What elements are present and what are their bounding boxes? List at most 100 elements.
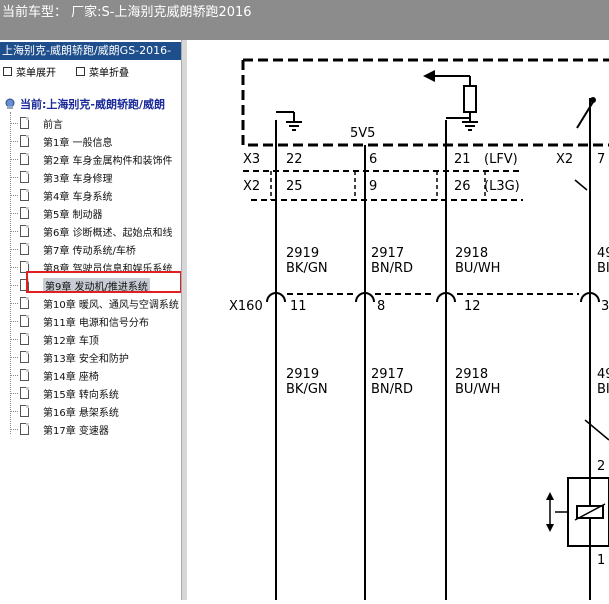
tree-item-label: 第15章 转向系统 — [43, 389, 119, 401]
tree-item[interactable]: 第13章 安全和防护 — [10, 348, 129, 366]
tree-connector — [10, 302, 18, 304]
tree-item-label: 第7章 传动系统/车桥 — [43, 245, 136, 257]
document-icon — [20, 297, 29, 309]
tree-connector — [10, 284, 18, 286]
wire-color-bl-bottom: BI — [597, 382, 609, 397]
document-icon — [20, 207, 29, 219]
tree-item-label: 第3章 车身修理 — [43, 173, 113, 185]
document-icon — [20, 315, 29, 327]
tree-item[interactable]: 第6章 诊断概述、起始点和线 — [10, 222, 173, 240]
tree-item-label: 第1章 一般信息 — [43, 137, 113, 149]
wire-color-bnrd-bottom: BN/RD — [371, 382, 413, 397]
tree-item[interactable]: 第3章 车身修理 — [10, 168, 113, 186]
document-icon — [20, 423, 29, 435]
label-pin25: 25 — [286, 179, 303, 194]
tree-item-label: 第2章 车身金属构件和装饰件 — [43, 155, 173, 167]
label-pin21: 21 — [454, 152, 471, 167]
document-icon — [20, 117, 29, 129]
document-icon — [20, 153, 29, 165]
document-icon — [20, 333, 29, 345]
label-pin7: 7 — [597, 152, 605, 167]
tree-connector — [10, 266, 18, 268]
vehicle-root-icon — [5, 98, 15, 109]
tree-connector — [10, 230, 18, 232]
window-titlebar: 当前车型： 厂家:S-上海别克威朗轿跑2016 — [0, 0, 609, 40]
tree-connector — [10, 320, 18, 322]
wire-dashed-detail — [584, 419, 609, 441]
sidebar-toolbar: 菜单展开 菜单折叠 — [0, 62, 183, 80]
solenoid-component — [546, 477, 609, 547]
window-title: 当前车型： 厂家:S-上海别克威朗轿跑2016 — [2, 5, 252, 20]
label-x3: X3 — [243, 152, 260, 167]
tree-connector — [10, 338, 18, 340]
expand-menu-button[interactable]: 菜单展开 — [3, 64, 56, 79]
tree-item[interactable]: 第16章 悬架系统 — [10, 402, 119, 420]
wire-color-bkgn-top: BK/GN — [286, 261, 328, 276]
label-pin1: 1 — [597, 553, 605, 568]
wire-number-2917-bottom: 2917 — [371, 367, 404, 382]
connector-dividers — [270, 171, 486, 200]
tree-connector — [10, 158, 18, 160]
label-pin12: 12 — [464, 299, 481, 314]
wire-number-2919-bottom: 2919 — [286, 367, 319, 382]
tree-item[interactable]: 第17章 变速器 — [10, 420, 109, 438]
tree-item-label: 第5章 制动器 — [43, 209, 103, 221]
tree-item[interactable]: 第10章 暖风、通风与空调系统 — [10, 294, 179, 312]
label-pin3: 3 — [601, 299, 609, 314]
collapse-menu-button[interactable]: 菜单折叠 — [76, 64, 129, 79]
ground-symbol-left — [276, 111, 302, 131]
sidebar-header: 上海别克-威朗轿跑/威朗GS-2016- — [0, 42, 181, 60]
wiring-diagram-canvas: 5V5 X3 22 6 21 (LFV) X2 7 X2 25 9 26 (L3… — [229, 58, 609, 600]
tree-item[interactable]: 第7章 传动系统/车桥 — [10, 240, 136, 258]
expand-icon — [3, 67, 12, 76]
tree-connector — [10, 410, 18, 412]
selected-item-highlight — [26, 271, 182, 293]
document-icon — [20, 171, 29, 183]
tree-connector — [10, 428, 18, 430]
tree-item[interactable]: 第1章 一般信息 — [10, 132, 113, 150]
tree-item[interactable]: 第4章 车身系统 — [10, 186, 113, 204]
tree-item-label: 第10章 暖风、通风与空调系统 — [43, 299, 179, 311]
tree-item[interactable]: 第14章 座椅 — [10, 366, 99, 384]
document-icon — [20, 189, 29, 201]
tree-item-label: 第6章 诊断概述、起始点和线 — [43, 227, 173, 239]
tree-connector — [10, 140, 18, 142]
tree-item-label: 第17章 变速器 — [43, 425, 109, 437]
label-x2-right: X2 — [556, 152, 573, 167]
label-l3g: (L3G) — [484, 179, 520, 194]
tree-item-label: 第16章 悬架系统 — [43, 407, 119, 419]
label-lfv: (LFV) — [484, 152, 518, 167]
tree-item-label: 第11章 电源和信号分布 — [43, 317, 149, 329]
tree-connector — [10, 194, 18, 196]
wire-number-2919-top: 2919 — [286, 246, 319, 261]
document-icon — [20, 405, 29, 417]
wire-number-2918-bottom: 2918 — [455, 367, 488, 382]
label-pin22: 22 — [286, 152, 303, 167]
wire-color-bl-top: BI — [597, 261, 609, 276]
tree-connector — [10, 356, 18, 358]
label-x2: X2 — [243, 179, 260, 194]
label-pin6: 6 — [369, 152, 377, 167]
wire-number-49-bottom: 49 — [597, 367, 609, 382]
document-icon — [20, 369, 29, 381]
label-pin2: 2 — [597, 459, 605, 474]
tree-item[interactable]: 第12章 车顶 — [10, 330, 99, 348]
wiring-diagram: 5V5 X3 22 6 21 (LFV) X2 7 X2 25 9 26 (L3… — [187, 40, 609, 600]
label-pin8: 8 — [377, 299, 385, 314]
wire-number-2918-top: 2918 — [455, 246, 488, 261]
module-box-left-bottom-edge — [241, 60, 609, 147]
sidebar: 上海别克-威朗轿跑/威朗GS-2016- 菜单展开 菜单折叠 当前:上海别克-威… — [0, 40, 183, 600]
tree-item-label: 第4章 车身系统 — [43, 191, 113, 203]
tree-item[interactable]: 第5章 制动器 — [10, 204, 103, 222]
tree-item[interactable]: 第11章 电源和信号分布 — [10, 312, 149, 330]
tree-connector — [10, 122, 18, 124]
tree-item[interactable]: 第15章 转向系统 — [10, 384, 119, 402]
collapse-icon — [76, 67, 85, 76]
tree-item-label: 第13章 安全和防护 — [43, 353, 129, 365]
tree-item-label: 第12章 车顶 — [43, 335, 99, 347]
wire-number-2917-top: 2917 — [371, 246, 404, 261]
pullup-resistor — [423, 70, 477, 113]
tree-item[interactable]: 第2章 车身金属构件和装饰件 — [10, 150, 173, 168]
tree-root[interactable]: 当前:上海别克-威朗轿跑/威朗 — [4, 96, 165, 112]
tree-item[interactable]: 前言 — [10, 114, 63, 132]
